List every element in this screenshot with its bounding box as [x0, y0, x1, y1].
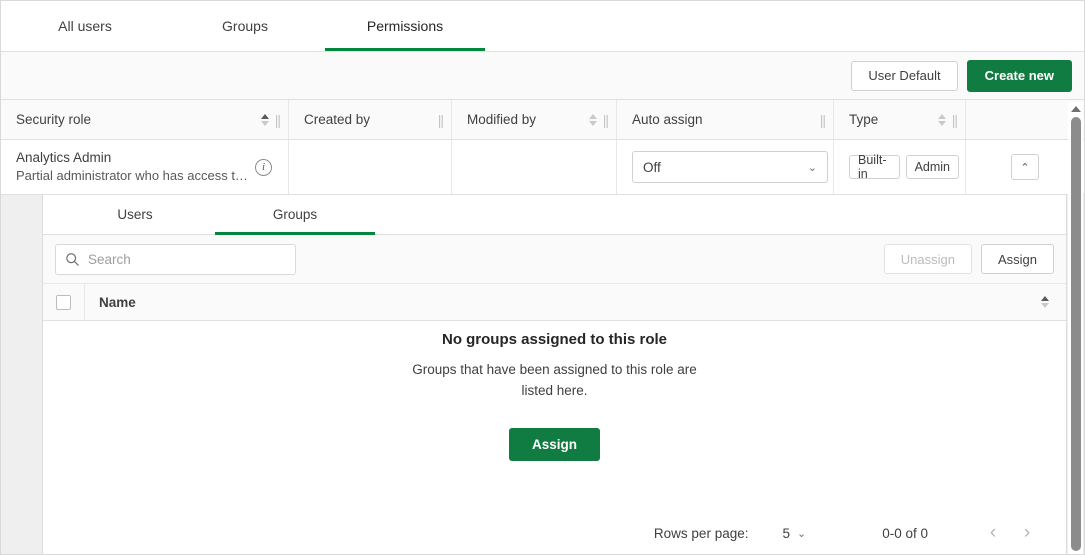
scroll-up-button[interactable] — [1068, 102, 1083, 115]
action-bar: User Default Create new — [1, 52, 1084, 100]
role-name: Analytics Admin — [16, 149, 255, 167]
column-resize-handle-icon[interactable]: || — [603, 112, 608, 128]
tab-all-users[interactable]: All users — [5, 1, 165, 51]
sort-descending-icon — [938, 121, 946, 126]
column-header-name-label: Name — [99, 295, 1041, 310]
detail-tab-bar: Users Groups — [43, 195, 1066, 235]
type-badge-admin: Admin — [906, 155, 959, 179]
column-header-created-by-label: Created by — [304, 112, 438, 127]
chevron-up-icon: ⌃ — [1020, 161, 1029, 174]
tab-groups-detail-label: Groups — [273, 207, 317, 222]
chevron-down-icon: ⌄ — [808, 161, 817, 174]
tab-permissions-label: Permissions — [367, 18, 443, 34]
collapse-row-button[interactable]: ⌃ — [1011, 154, 1039, 180]
expanded-row-detail: Users Groups Unassign Assign — [1, 195, 1084, 555]
pagination: Rows per page: 5 ⌄ 0-0 of 0 ‹ › — [43, 510, 1066, 555]
previous-page-button[interactable]: ‹ — [976, 518, 1010, 548]
info-icon[interactable]: i — [255, 159, 272, 176]
rows-per-page-value: 5 — [782, 526, 790, 541]
empty-state-title: No groups assigned to this role — [442, 331, 667, 348]
search-icon — [65, 252, 80, 267]
cell-expand-toggle: ⌃ — [966, 140, 1084, 194]
cell-modified-by — [452, 140, 617, 194]
unassign-button[interactable]: Unassign — [884, 244, 972, 274]
tab-all-users-label: All users — [58, 18, 112, 34]
tab-users[interactable]: Users — [55, 195, 215, 234]
sort-icon[interactable] — [938, 114, 946, 126]
column-header-security-role-label: Security role — [16, 112, 261, 127]
column-header-actions — [966, 100, 1084, 139]
column-header-security-role[interactable]: Security role || — [1, 100, 289, 139]
table-row[interactable]: Analytics Admin Partial administrator wh… — [1, 140, 1084, 195]
sort-icon[interactable] — [261, 114, 269, 126]
column-header-name[interactable]: Name — [85, 284, 1066, 320]
column-header-type-label: Type — [849, 112, 938, 127]
vertical-scrollbar[interactable] — [1068, 102, 1083, 555]
auto-assign-value: Off — [643, 160, 808, 175]
column-resize-handle-icon[interactable]: || — [275, 112, 280, 128]
cell-security-role: Analytics Admin Partial administrator wh… — [1, 140, 289, 194]
select-all-checkbox[interactable] — [56, 295, 71, 310]
user-default-button[interactable]: User Default — [851, 61, 957, 91]
scrollbar-thumb[interactable] — [1071, 117, 1081, 551]
column-header-auto-assign-label: Auto assign — [632, 112, 820, 127]
search-input[interactable] — [88, 252, 286, 267]
next-page-button[interactable]: › — [1010, 518, 1044, 548]
role-description: Partial administrator who has access t… — [16, 167, 254, 185]
detail-gutter — [1, 195, 42, 555]
auto-assign-select[interactable]: Off ⌄ — [632, 151, 828, 183]
column-resize-handle-icon[interactable]: || — [952, 112, 957, 128]
tab-groups-label: Groups — [222, 18, 268, 34]
sort-descending-icon — [261, 121, 269, 126]
sort-ascending-icon — [261, 114, 269, 119]
search-field[interactable] — [55, 244, 296, 275]
sort-descending-icon — [589, 121, 597, 126]
cell-type: Built-in Admin — [834, 140, 966, 194]
info-icon-glyph: i — [262, 161, 265, 173]
arrow-up-icon — [1071, 106, 1081, 112]
groups-table-header: Name — [43, 284, 1066, 321]
type-badge-builtin: Built-in — [849, 155, 900, 179]
column-header-created-by[interactable]: Created by || — [289, 100, 452, 139]
sort-ascending-icon — [589, 114, 597, 119]
create-new-button[interactable]: Create new — [967, 60, 1072, 92]
cell-auto-assign: Off ⌄ — [617, 140, 834, 194]
column-header-auto-assign[interactable]: Auto assign || — [617, 100, 834, 139]
roles-table-header: Security role || Created by || Modified … — [1, 100, 1084, 140]
sort-icon[interactable] — [1041, 296, 1049, 308]
column-header-type[interactable]: Type || — [834, 100, 966, 139]
rows-per-page-select[interactable]: 5 ⌄ — [782, 526, 806, 541]
tab-groups[interactable]: Groups — [165, 1, 325, 51]
empty-state: No groups assigned to this role Groups t… — [43, 321, 1066, 510]
sort-descending-icon — [1041, 303, 1049, 308]
main-tab-bar: All users Groups Permissions — [1, 1, 1084, 52]
tab-permissions[interactable]: Permissions — [325, 1, 485, 51]
sort-icon[interactable] — [589, 114, 597, 126]
detail-search-bar: Unassign Assign — [43, 235, 1066, 284]
select-all-cell — [43, 284, 85, 320]
detail-panel: Users Groups Unassign Assign — [42, 195, 1067, 555]
assign-button-toolbar[interactable]: Assign — [981, 244, 1054, 274]
chevron-down-icon: ⌄ — [797, 527, 806, 540]
tab-groups-detail[interactable]: Groups — [215, 195, 375, 234]
rows-per-page-label: Rows per page: — [654, 526, 749, 541]
column-resize-handle-icon[interactable]: || — [820, 112, 825, 128]
column-header-modified-by-label: Modified by — [467, 112, 589, 127]
sort-ascending-icon — [1041, 296, 1049, 301]
column-resize-handle-icon[interactable]: || — [438, 112, 443, 128]
column-header-modified-by[interactable]: Modified by || — [452, 100, 617, 139]
pagination-range: 0-0 of 0 — [882, 526, 928, 541]
empty-state-subtitle: Groups that have been assigned to this r… — [410, 359, 700, 401]
permissions-page: All users Groups Permissions User Defaul… — [0, 0, 1085, 555]
cell-created-by — [289, 140, 452, 194]
sort-ascending-icon — [938, 114, 946, 119]
tab-users-label: Users — [117, 207, 152, 222]
empty-state-assign-button[interactable]: Assign — [509, 428, 600, 461]
